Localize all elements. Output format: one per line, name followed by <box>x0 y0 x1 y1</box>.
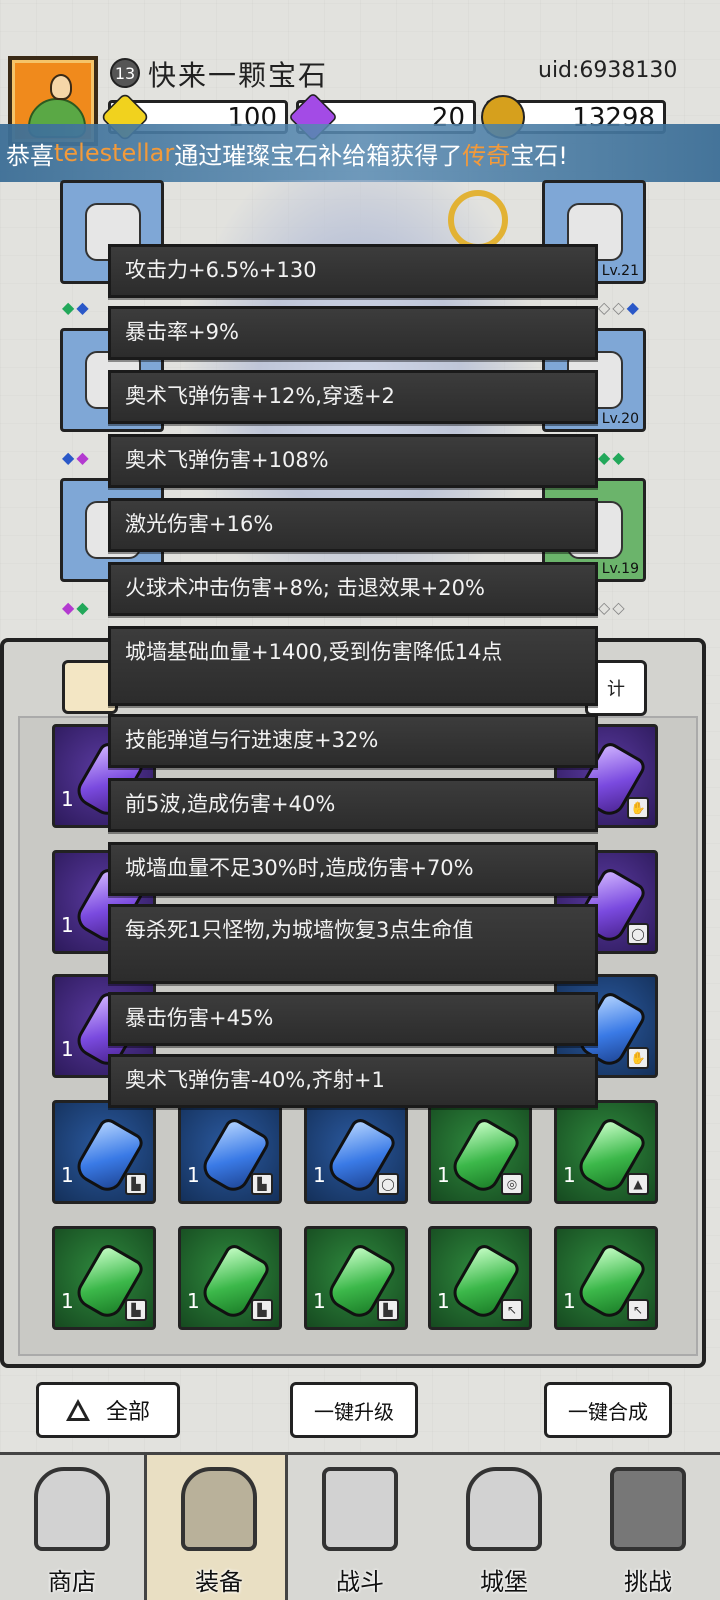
socket-gems: ◆◆ <box>598 448 627 467</box>
gem-count: 1 <box>563 1163 576 1187</box>
boots-tag-icon: ▙ <box>125 1299 147 1321</box>
player-uid: uid:6938130 <box>538 58 678 83</box>
socket-gems: ◇◇ <box>598 598 627 617</box>
backpack-icon <box>181 1467 257 1551</box>
filter-triangle-icon <box>65 1399 90 1421</box>
nav-battle[interactable]: 战斗 <box>288 1455 432 1600</box>
locked-shield-icon <box>610 1467 686 1551</box>
boots-tag-icon: ▙ <box>251 1173 273 1195</box>
upgrade-all-button[interactable]: 一键升级 <box>290 1382 418 1438</box>
stat-line: 技能弹道与行进速度+32% <box>108 714 598 768</box>
boots-tag-icon: ▙ <box>377 1299 399 1321</box>
announcement-prefix: 恭喜 <box>6 141 54 170</box>
gem-cell[interactable]: 1 ◯ <box>304 1100 408 1204</box>
merge-all-button[interactable]: 一键合成 <box>544 1382 672 1438</box>
filter-all-button[interactable]: 全部 <box>36 1382 180 1438</box>
gloves-tag-icon: ✋ <box>627 1047 649 1069</box>
nav-label: 装备 <box>195 1568 243 1596</box>
gem-count: 1 <box>313 1289 326 1313</box>
bottom-nav: 商店 装备 战斗 城堡 挑战 <box>0 1452 720 1600</box>
stat-line: 每杀死1只怪物,为城墙恢复3点生命值 <box>108 904 598 984</box>
nav-label: 商店 <box>48 1568 96 1596</box>
avatar-rider-icon <box>50 74 72 100</box>
stat-line: 前5波,造成伤害+40% <box>108 778 598 832</box>
announcement-rarity: 传奇 <box>462 141 511 170</box>
equip-level: Lv.19 <box>601 561 639 577</box>
player-name: 快来一颗宝石 <box>148 59 329 92</box>
equip-level: Lv.21 <box>601 263 639 279</box>
gem-cell[interactable]: 1 ↖ <box>554 1226 658 1330</box>
gem-cell[interactable]: 1 ▙ <box>304 1226 408 1330</box>
gem-cell[interactable]: 1 ▲ <box>554 1100 658 1204</box>
nav-label: 战斗 <box>336 1568 384 1596</box>
castle-icon <box>466 1467 542 1551</box>
nav-equipment[interactable]: 装备 <box>144 1455 288 1600</box>
equip-level: Lv.20 <box>601 411 639 427</box>
ring-tag-icon: ◯ <box>627 923 649 945</box>
nav-shop[interactable]: 商店 <box>0 1455 144 1600</box>
boots-tag-icon: ▙ <box>251 1299 273 1321</box>
stat-line: 奥术飞弹伤害+108% <box>108 434 598 488</box>
stat-line: 火球术冲击伤害+8%; 击退效果+20% <box>108 562 598 616</box>
gem-count: 1 <box>437 1289 450 1313</box>
nav-label: 城堡 <box>480 1568 528 1596</box>
announcement-suffix: 宝石! <box>510 141 568 170</box>
stat-line: 暴击伤害+45% <box>108 992 598 1046</box>
socket-gems: ◆◆ <box>62 448 91 467</box>
nav-label: 挑战 <box>624 1568 672 1596</box>
gem-cell[interactable]: 1 ◎ <box>428 1100 532 1204</box>
stat-line: 暴击率+9% <box>108 306 598 360</box>
weapon-tag-icon: ↖ <box>501 1299 523 1321</box>
stat-line: 激光伤害+16% <box>108 498 598 552</box>
stat-line: 城墙基础血量+1400,受到伤害降低14点 <box>108 626 598 706</box>
gem-count: 1 <box>61 913 74 937</box>
staff-icon <box>448 190 508 250</box>
necklace-tag-icon: ◎ <box>501 1173 523 1195</box>
stat-line: 攻击力+6.5%+130 <box>108 244 598 298</box>
player-level-badge: 13 <box>110 58 140 88</box>
nav-castle[interactable]: 城堡 <box>432 1455 576 1600</box>
ring-tag-icon: ◯ <box>377 1173 399 1195</box>
weapon-tag-icon: ↖ <box>627 1299 649 1321</box>
gem-count: 1 <box>313 1163 326 1187</box>
gem-count: 1 <box>61 1037 74 1061</box>
gem-cell[interactable]: 1 ▙ <box>52 1226 156 1330</box>
stat-line: 奥术飞弹伤害-40%,齐射+1 <box>108 1054 598 1108</box>
announcement-middle: 通过璀璨宝石补给箱获得了 <box>174 141 463 170</box>
gem-cell[interactable]: 1 ▙ <box>178 1226 282 1330</box>
gem-count: 1 <box>61 787 74 811</box>
gem-count: 1 <box>187 1289 200 1313</box>
stat-line: 城墙血量不足30%时,造成伤害+70% <box>108 842 598 896</box>
gem-count: 1 <box>61 1289 74 1313</box>
announcement-banner: 恭喜 telestellar 通过璀璨宝石补给箱获得了 传奇 宝石! <box>0 124 720 182</box>
socket-gems: ◆◆ <box>62 298 91 317</box>
filter-all-label: 全部 <box>105 1400 150 1425</box>
gem-cell[interactable]: 1 ▙ <box>178 1100 282 1204</box>
gem-count: 1 <box>437 1163 450 1187</box>
announcement-user: telestellar <box>54 139 175 167</box>
gem-cell[interactable]: 1 ▙ <box>52 1100 156 1204</box>
shop-icon <box>34 1467 110 1551</box>
socket-gems: ◆◆ <box>62 598 91 617</box>
crossed-swords-icon <box>322 1467 398 1551</box>
gem-cell[interactable]: 1 ↖ <box>428 1226 532 1330</box>
gem-count: 1 <box>61 1163 74 1187</box>
boots-tag-icon: ▙ <box>125 1173 147 1195</box>
gem-count: 1 <box>563 1289 576 1313</box>
gem-count: 1 <box>187 1163 200 1187</box>
gloves-tag-icon: ✋ <box>627 797 649 819</box>
nav-challenge[interactable]: 挑战 <box>576 1455 720 1600</box>
armor-tag-icon: ▲ <box>627 1173 649 1195</box>
stat-line: 奥术飞弹伤害+12%,穿透+2 <box>108 370 598 424</box>
socket-gems: ◇◇◆ <box>598 298 641 317</box>
